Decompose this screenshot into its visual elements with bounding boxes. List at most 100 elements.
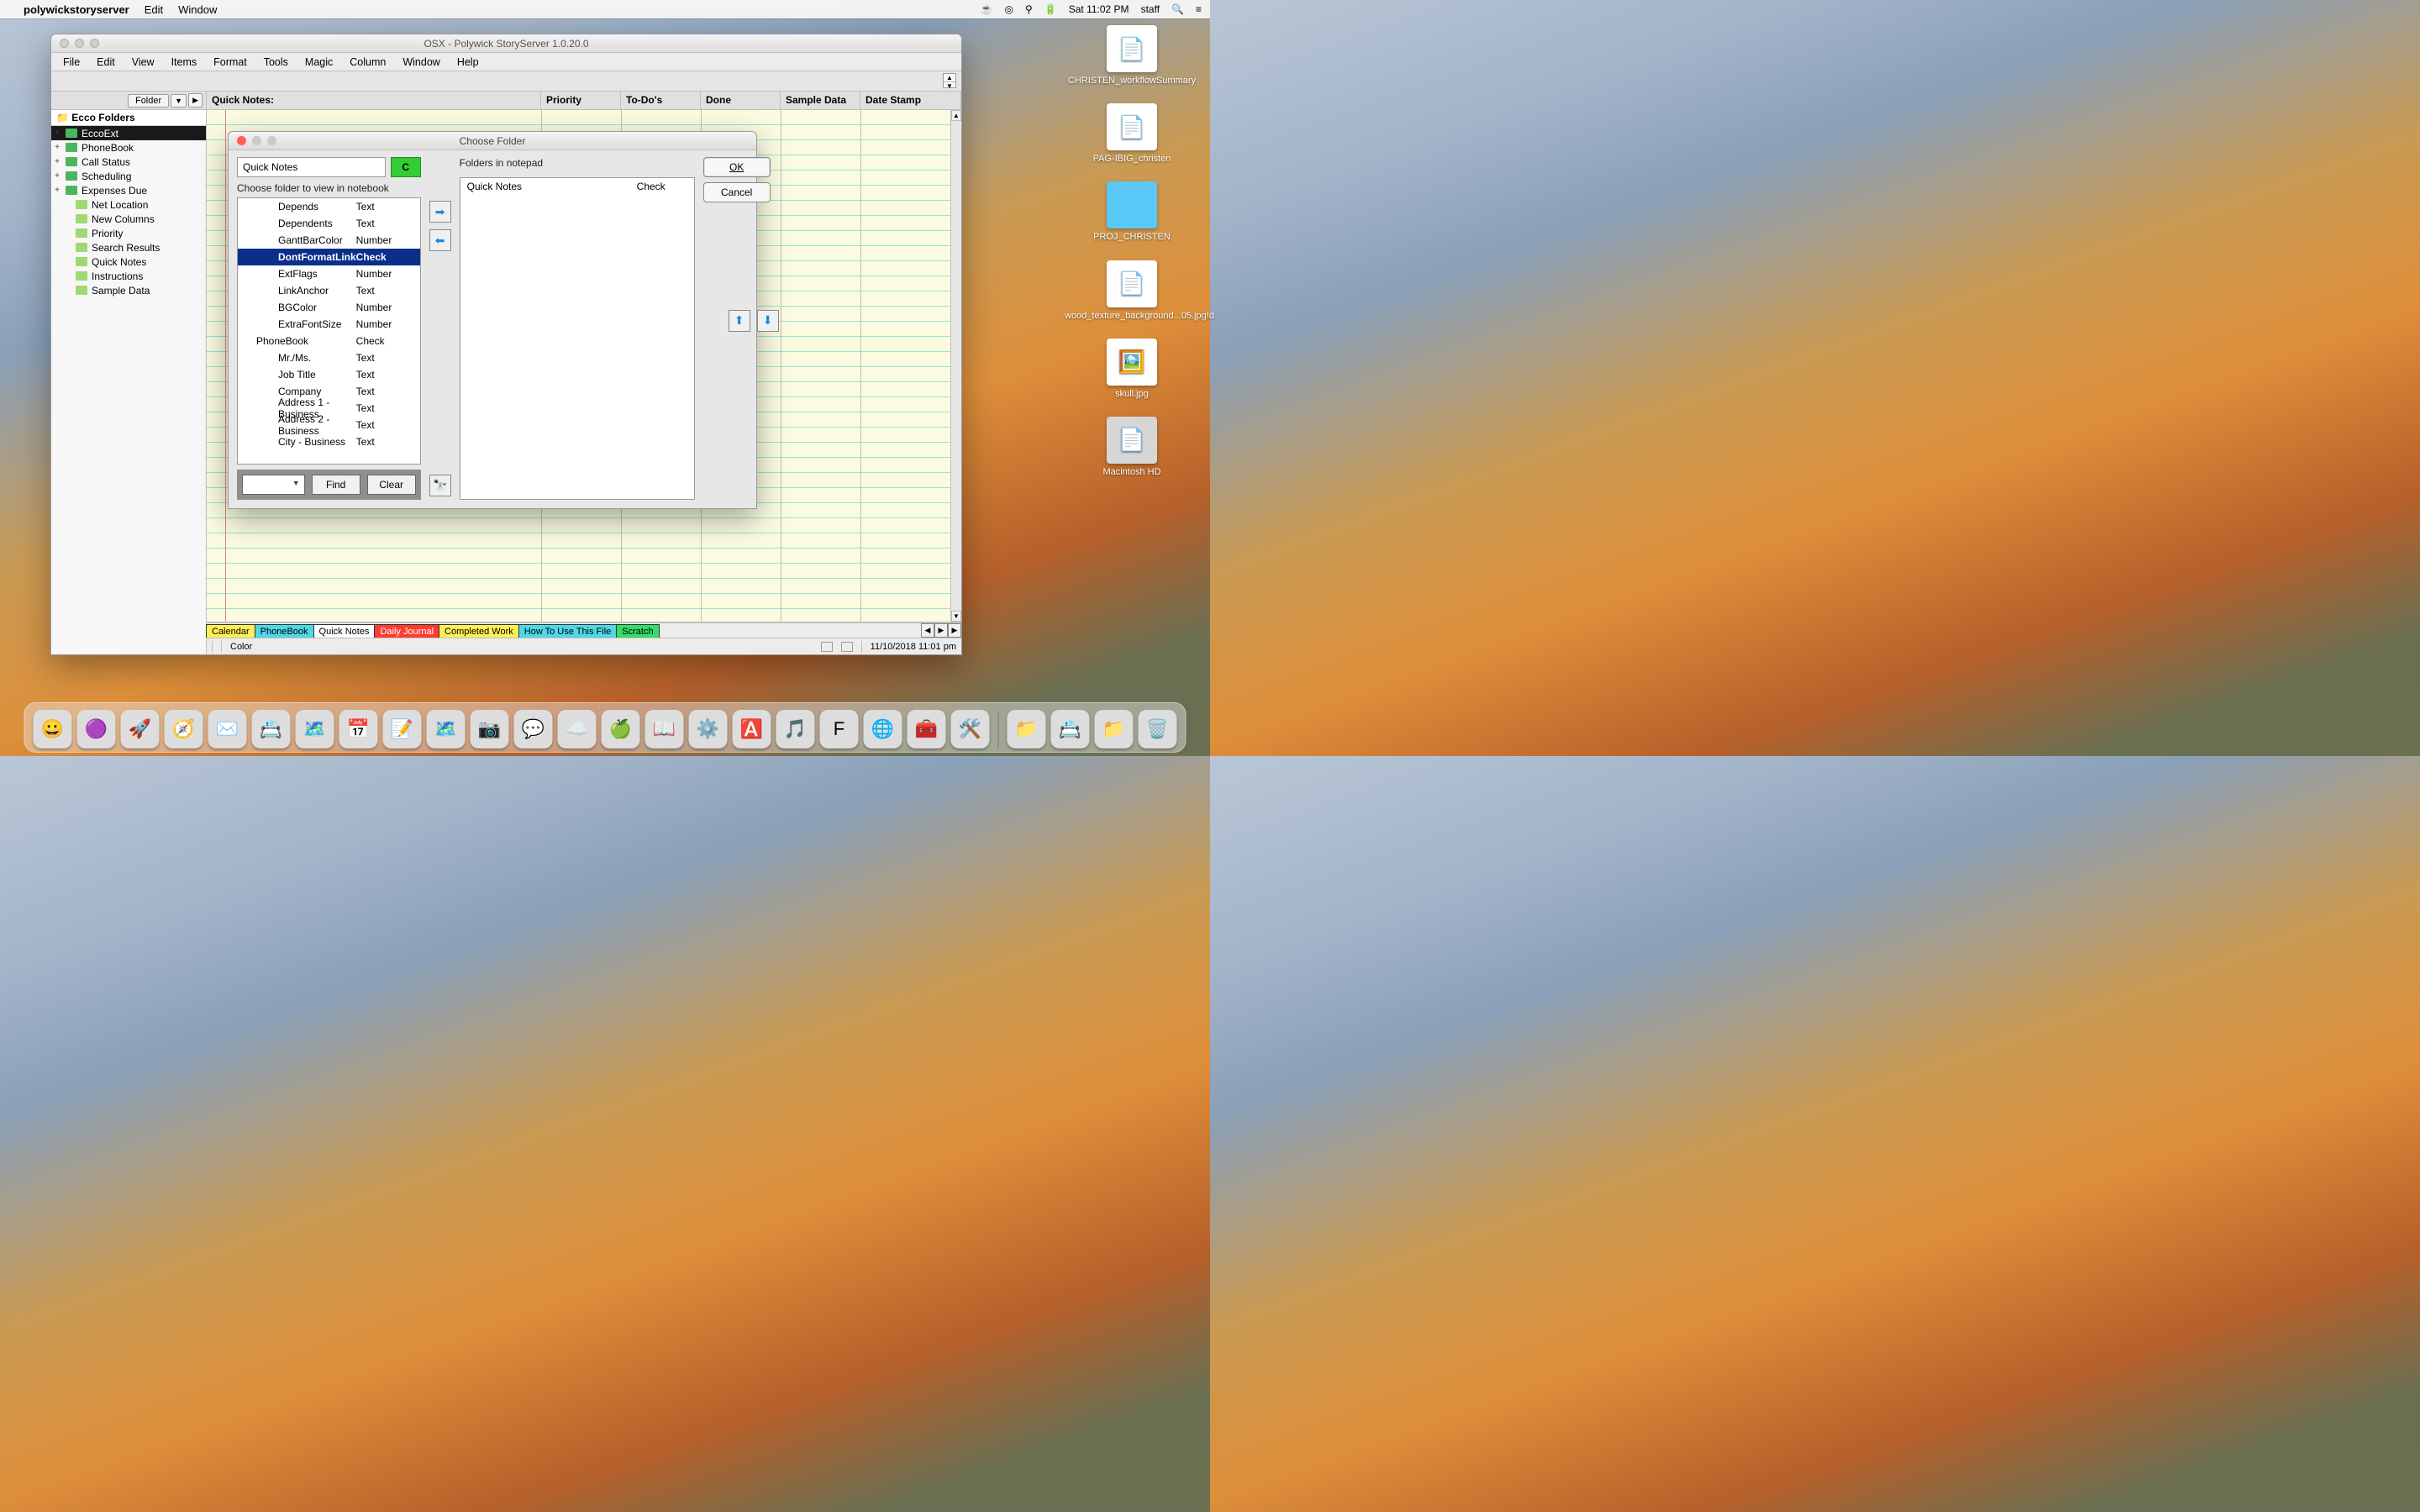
status-wifi-icon[interactable]: ⚲ [1025,3,1033,15]
folder-row[interactable]: LinkAnchorText [238,282,420,299]
cancel-button[interactable]: Cancel [703,182,771,202]
folder-button[interactable]: Folder [128,94,169,108]
dock-app[interactable]: 😀 [34,710,72,748]
col-priority[interactable]: Priority [541,92,621,109]
dock-app[interactable]: 📖 [645,710,684,748]
vertical-scrollbar[interactable]: ▲ ▼ [950,110,961,622]
folder-next-icon[interactable]: ▶ [188,93,203,108]
tree-item[interactable]: +EccoExt [51,126,206,140]
status-box-1[interactable] [821,642,833,652]
menubar-window[interactable]: Window [178,3,217,16]
dock-app[interactable]: 📅 [339,710,378,748]
dock-app[interactable]: 🎵 [776,710,815,748]
spotlight-icon[interactable]: 🔍 [1171,3,1184,15]
app-menu-column[interactable]: Column [343,55,392,70]
control-center-icon[interactable]: ≡ [1196,3,1202,15]
notebook-tab[interactable]: PhoneBook [255,624,314,638]
dock-app[interactable]: 📁 [1095,710,1134,748]
dock-app[interactable]: ✉️ [208,710,247,748]
status-box-2[interactable] [841,642,853,652]
folder-row[interactable]: ExtraFontSizeNumber [238,316,420,333]
status-battery-icon[interactable]: 🔋 [1044,3,1057,15]
dock-app[interactable]: 📝 [383,710,422,748]
tree-item[interactable]: +Call Status [51,155,206,169]
dock-app[interactable]: 🅰️ [733,710,771,748]
dock-app[interactable]: 📇 [252,710,291,748]
tree-item[interactable]: Sample Data [51,283,206,297]
dock-app[interactable]: 🗑️ [1139,710,1177,748]
folder-row[interactable]: Address 2 - BusinessText [238,417,420,433]
folder-row[interactable]: City - BusinessText [238,433,420,450]
tree-item[interactable]: Instructions [51,269,206,283]
app-menu-window[interactable]: Window [396,55,446,70]
minimize-icon[interactable] [75,39,84,48]
col-sample-data[interactable]: Sample Data [781,92,860,109]
app-menu-edit[interactable]: Edit [90,55,122,70]
desktop-icon[interactable]: 🖼️skull.jpg [1060,339,1203,400]
folder-tree[interactable]: 📁 Ecco Folders +EccoExt+PhoneBook+Call S… [51,110,206,654]
selected-folders-list[interactable]: Quick NotesCheck [460,177,695,500]
folder-row[interactable]: Job TitleText [238,366,420,383]
add-arrow-icon[interactable]: ➡ [429,201,451,223]
clear-button[interactable]: Clear [367,475,416,495]
binoculars-icon[interactable]: 🔭 [429,475,451,496]
app-menu-view[interactable]: View [125,55,161,70]
desktop-icon[interactable]: 📄PAG-IBIG_christen [1060,103,1203,165]
status-clock[interactable]: Sat 11:02 PM [1069,3,1129,15]
dock-app[interactable]: 🛠️ [951,710,990,748]
folder-row[interactable]: GanttBarColorNumber [238,232,420,249]
dock-app[interactable]: 🗺️ [427,710,466,748]
folder-row[interactable]: DependentsText [238,215,420,232]
dock-app[interactable]: 📁 [1007,710,1046,748]
desktop-icon[interactable]: 📄wood_texture_background...05.jpg!d [1060,260,1203,322]
app-menu-magic[interactable]: Magic [298,55,339,70]
menubar-edit[interactable]: Edit [145,3,163,16]
tree-item[interactable]: Quick Notes [51,255,206,269]
move-down-icon[interactable]: ⬇ [757,310,779,332]
tree-item[interactable]: +PhoneBook [51,140,206,155]
notebook-tab[interactable]: Completed Work [439,624,519,638]
dock-app[interactable]: 🗺️ [296,710,334,748]
tree-item[interactable]: Net Location [51,197,206,212]
folder-row[interactable]: ExtFlagsNumber [238,265,420,282]
col-todos[interactable]: To-Do's [621,92,701,109]
folder-name-input[interactable] [237,157,386,177]
remove-arrow-icon[interactable]: ⬅ [429,229,451,251]
folder-row[interactable]: PhoneBookCheck [238,333,420,349]
window-titlebar[interactable]: OSX - Polywick StoryServer 1.0.20.0 [51,34,961,53]
notebook-tab[interactable]: Calendar [206,624,255,638]
dock-app[interactable]: 🧰 [908,710,946,748]
col-date-stamp[interactable]: Date Stamp [860,92,961,109]
notebook-tab[interactable]: How To Use This File [518,624,618,638]
dock-app[interactable]: 🟣 [77,710,116,748]
tab-end-icon[interactable]: ▶ [948,623,961,638]
app-menu-format[interactable]: Format [207,55,254,70]
folder-dropdown-icon[interactable]: ▼ [171,94,187,108]
tree-root[interactable]: 📁 Ecco Folders [51,110,206,126]
find-button[interactable]: Find [312,475,360,495]
col-done[interactable]: Done [701,92,781,109]
status-user[interactable]: staff [1141,3,1160,15]
dock-app[interactable]: 📇 [1051,710,1090,748]
ok-button[interactable]: OK [703,157,771,177]
dock-app[interactable]: 🧭 [165,710,203,748]
app-menu-items[interactable]: Items [165,55,204,70]
dialog-titlebar[interactable]: Choose Folder [229,132,756,150]
status-cc-icon[interactable]: ◎ [1005,3,1013,15]
desktop-icon[interactable]: 📄Macintosh HD [1060,417,1203,478]
spin-button[interactable]: ▲▼ [943,73,956,88]
desktop-icon[interactable]: 📄CHRISTEN_workflowSummary [1060,25,1203,87]
folder-row[interactable]: DontFormatLinkCheck [238,249,420,265]
folder-row[interactable]: BGColorNumber [238,299,420,316]
tab-next-icon[interactable]: ▶ [934,623,948,638]
dock-app[interactable]: 🌐 [864,710,902,748]
find-combo[interactable] [242,475,305,495]
close-icon[interactable] [60,39,69,48]
notebook-tab[interactable]: Quick Notes [313,624,376,638]
tab-prev-icon[interactable]: ◀ [921,623,934,638]
tree-item[interactable]: +Scheduling [51,169,206,183]
app-menu-file[interactable]: File [56,55,87,70]
dock-app[interactable]: ☁️ [558,710,597,748]
col-quick-notes[interactable]: Quick Notes: [207,92,541,109]
tree-item[interactable]: Priority [51,226,206,240]
